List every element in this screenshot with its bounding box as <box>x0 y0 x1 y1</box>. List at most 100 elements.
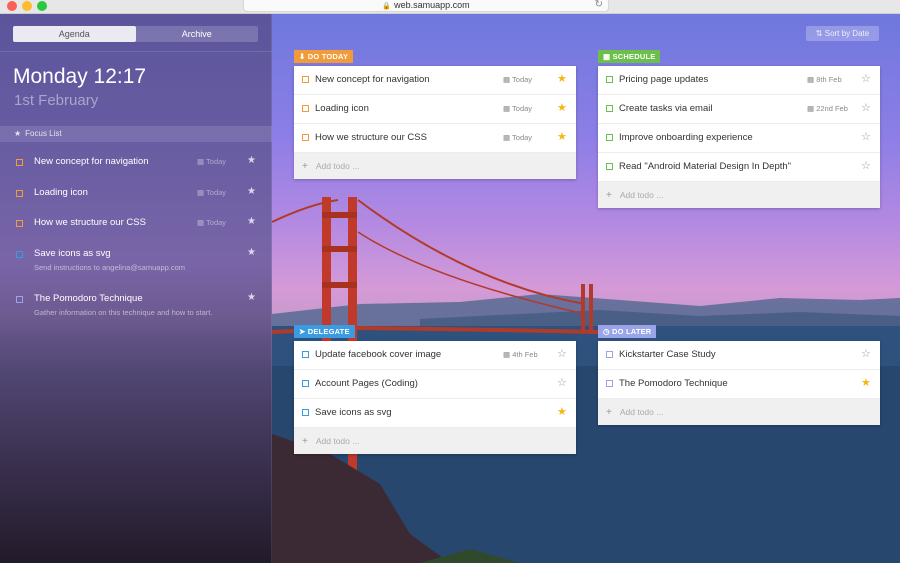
panel-card: New concept for navigation ▦ Today ★ Loa… <box>294 66 576 179</box>
calendar-icon: ▦ <box>503 75 511 84</box>
focus-list-header[interactable]: ★ Focus List <box>0 126 272 142</box>
add-todo-input[interactable]: + Add todo ... <box>598 399 880 425</box>
address-bar[interactable]: 🔒 web.samuapp.com ↻ <box>243 0 609 12</box>
panel-label-do-today: ⬇ DO TODAY <box>294 50 354 63</box>
star-icon[interactable]: ★ <box>557 72 567 85</box>
todo-checkbox[interactable] <box>16 296 23 303</box>
star-icon: ★ <box>14 129 22 138</box>
star-outline-icon[interactable]: ☆ <box>557 376 567 389</box>
calendar-icon: ▦ <box>807 75 815 84</box>
todo-row[interactable]: Improve onboarding experience ☆ <box>598 124 880 153</box>
focus-item-due: ▦ Today <box>197 188 227 197</box>
add-todo-input[interactable]: + Add todo ... <box>294 153 576 179</box>
todo-title: Account Pages (Coding) <box>315 378 418 389</box>
calendar-icon: ▦ <box>503 133 511 142</box>
plus-icon: + <box>606 407 612 418</box>
add-todo-input[interactable]: + Add todo ... <box>294 428 576 454</box>
todo-checkbox[interactable] <box>302 76 309 83</box>
todo-checkbox[interactable] <box>16 190 23 197</box>
focus-item-title: Loading icon <box>34 187 88 198</box>
todo-row[interactable]: Kickstarter Case Study ☆ <box>598 341 880 370</box>
tab-agenda[interactable]: Agenda <box>13 26 136 42</box>
todo-checkbox[interactable] <box>302 105 309 112</box>
todo-checkbox[interactable] <box>16 220 23 227</box>
todo-checkbox[interactable] <box>302 351 309 358</box>
star-outline-icon[interactable]: ☆ <box>861 130 871 143</box>
todo-checkbox[interactable] <box>606 351 613 358</box>
star-outline-icon[interactable]: ☆ <box>861 72 871 85</box>
paper-plane-icon: ➤ <box>299 327 306 336</box>
calendar-icon: ▦ <box>197 218 205 227</box>
todo-due: ▦ 22nd Feb <box>807 104 848 113</box>
panel-label-schedule: ▦ SCHEDULE <box>598 50 661 63</box>
star-icon[interactable]: ★ <box>861 376 871 389</box>
calendar-icon: ▦ <box>603 52 611 61</box>
add-todo-input[interactable]: + Add todo ... <box>598 182 880 208</box>
tab-archive[interactable]: Archive <box>136 26 259 42</box>
sort-by-date-button[interactable]: ⇅ Sort by Date <box>806 26 879 41</box>
todo-checkbox[interactable] <box>606 380 613 387</box>
clock-time: Monday 12:17 <box>13 65 147 88</box>
todo-checkbox[interactable] <box>606 134 613 141</box>
todo-checkbox[interactable] <box>16 159 23 166</box>
panel-label-delegate: ➤ DELEGATE <box>294 325 355 338</box>
star-outline-icon[interactable]: ☆ <box>557 347 567 360</box>
todo-title: Read "Android Material Design In Depth" <box>619 161 792 172</box>
star-icon[interactable]: ★ <box>247 216 256 227</box>
star-icon[interactable]: ★ <box>247 292 256 303</box>
todo-due: ▦ Today <box>503 104 533 113</box>
todo-row[interactable]: The Pomodoro Technique ★ <box>598 370 880 399</box>
close-window-button[interactable] <box>7 1 17 11</box>
star-outline-icon[interactable]: ☆ <box>861 101 871 114</box>
sidebar-tabs: Agenda Archive <box>13 26 258 42</box>
star-icon[interactable]: ★ <box>247 155 256 166</box>
todo-row[interactable]: New concept for navigation ▦ Today ★ <box>294 66 576 95</box>
star-outline-icon[interactable]: ☆ <box>861 159 871 172</box>
todo-checkbox[interactable] <box>302 409 309 416</box>
zoom-window-button[interactable] <box>37 1 47 11</box>
todo-row[interactable]: Save icons as svg ★ <box>294 399 576 428</box>
star-icon[interactable]: ★ <box>247 247 256 258</box>
minimize-window-button[interactable] <box>22 1 32 11</box>
todo-checkbox[interactable] <box>302 380 309 387</box>
todo-row[interactable]: Loading icon ▦ Today ★ <box>294 95 576 124</box>
plus-icon: + <box>606 190 612 201</box>
lock-icon: 🔒 <box>382 3 392 10</box>
todo-row[interactable]: How we structure our CSS ▦ Today ★ <box>294 124 576 153</box>
todo-row[interactable]: Create tasks via email ▦ 22nd Feb ☆ <box>598 95 880 124</box>
plus-icon: + <box>302 436 308 447</box>
todo-row[interactable]: Pricing page updates ▦ 8th Feb ☆ <box>598 66 880 95</box>
url-text: web.samuapp.com <box>394 0 470 10</box>
todo-row[interactable]: Update facebook cover image ▦ 4th Feb ☆ <box>294 341 576 370</box>
todo-checkbox[interactable] <box>606 105 613 112</box>
todo-due: ▦ Today <box>503 75 533 84</box>
current-date: 1st February <box>14 92 99 109</box>
panel-card: Update facebook cover image ▦ 4th Feb ☆ … <box>294 341 576 454</box>
star-icon[interactable]: ★ <box>247 186 256 197</box>
star-icon[interactable]: ★ <box>557 130 567 143</box>
sort-icon: ⇅ <box>815 29 823 38</box>
todo-title: Save icons as svg <box>315 407 392 418</box>
star-icon[interactable]: ★ <box>557 405 567 418</box>
panel-label-do-later: ◷ DO LATER <box>598 325 657 338</box>
sidebar-divider <box>0 51 272 52</box>
todo-checkbox[interactable] <box>606 163 613 170</box>
todo-checkbox[interactable] <box>16 251 23 258</box>
sidebar: Agenda Archive Monday 12:17 1st February… <box>0 14 272 563</box>
todo-row[interactable]: Account Pages (Coding) ☆ <box>294 370 576 399</box>
todo-checkbox[interactable] <box>302 134 309 141</box>
todo-title: Kickstarter Case Study <box>619 349 716 360</box>
panel-card: Pricing page updates ▦ 8th Feb ☆ Create … <box>598 66 880 208</box>
focus-list-label: Focus List <box>25 129 62 138</box>
reload-icon[interactable]: ↻ <box>595 0 603 12</box>
todo-row[interactable]: Read "Android Material Design In Depth" … <box>598 153 880 182</box>
calendar-icon: ▦ <box>807 104 815 113</box>
plus-icon: + <box>302 161 308 172</box>
star-icon[interactable]: ★ <box>557 101 567 114</box>
star-outline-icon[interactable]: ☆ <box>861 347 871 360</box>
calendar-icon: ▦ <box>503 104 511 113</box>
todo-checkbox[interactable] <box>606 76 613 83</box>
focus-item-due: ▦ Today <box>197 157 227 166</box>
calendar-icon: ▦ <box>197 188 205 197</box>
todo-title: How we structure our CSS <box>315 132 427 143</box>
